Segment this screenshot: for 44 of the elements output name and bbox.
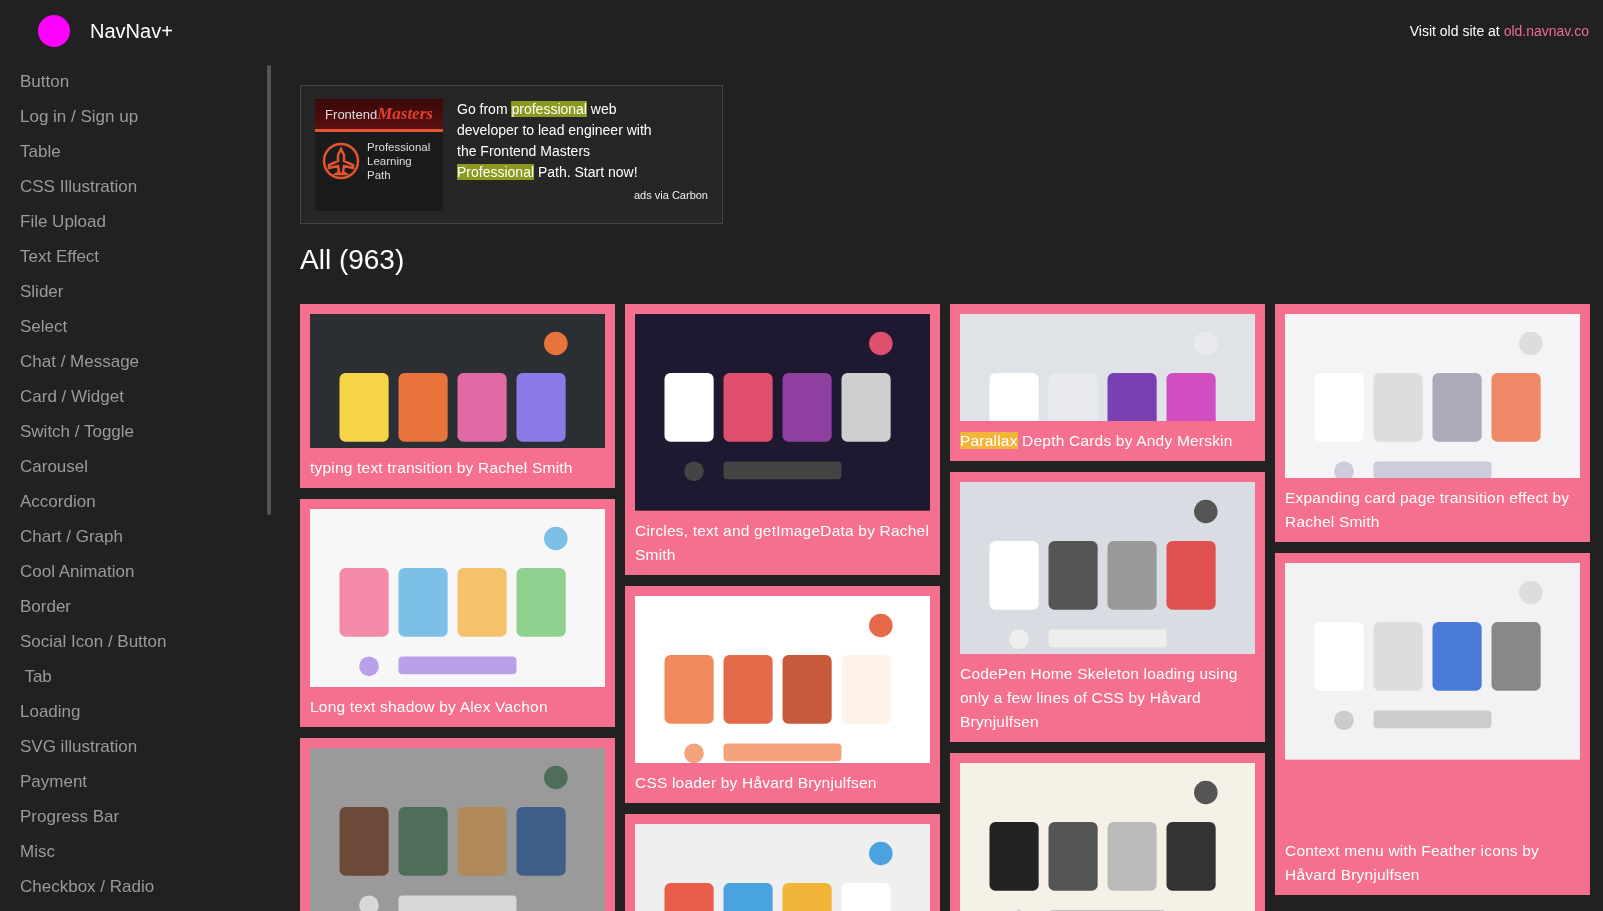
- ad-text[interactable]: Go from professional web developer to lead engineer with the Frontend Masters Professional Path. Start now!: [457, 99, 657, 183]
- ad-card[interactable]: FrontendMasters Professional Learning Path Go from professional web developer to lead engineer with the Frontend Masters Professional Path. Start now! ads via Carbon: [300, 85, 723, 224]
- sidebar-item[interactable]: Misc: [0, 834, 270, 869]
- sidebar-item[interactable]: Select: [0, 309, 270, 344]
- sidebar-item[interactable]: Table: [0, 134, 270, 169]
- sidebar-item[interactable]: Log in / Sign up: [0, 99, 270, 134]
- sidebar-item[interactable]: Switch / Toggle: [0, 414, 270, 449]
- ad-logo: FrontendMasters: [315, 99, 443, 132]
- sidebar-item[interactable]: Progress Bar: [0, 799, 270, 834]
- ad-badge-text: Professional Learning Path: [367, 140, 432, 182]
- brand-name[interactable]: NavNav+: [90, 19, 173, 43]
- sidebar-item[interactable]: Chart / Graph: [0, 519, 270, 554]
- logo[interactable]: [38, 15, 70, 47]
- sidebar-item[interactable]: Border: [0, 589, 270, 624]
- sidebar-item[interactable]: Tab: [0, 659, 270, 694]
- card-caption: Parallax Depth Cards by Andy Merskin: [960, 431, 1234, 451]
- sidebar-item[interactable]: Text Effect: [0, 239, 270, 274]
- card-caption: CSS loader by Håvard Brynjulfsen: [635, 773, 878, 793]
- sidebar-item[interactable]: Accordion: [0, 484, 270, 519]
- sidebar-item[interactable]: Checkbox / Radio: [0, 869, 270, 904]
- sidebar-item[interactable]: Slider: [0, 274, 270, 309]
- card-caption: Circles, text and getImageData by Rachel Smith: [635, 521, 930, 565]
- sidebar-item[interactable]: Social Icon / Button: [0, 624, 270, 659]
- card-caption: typing text transition by Rachel Smith: [310, 458, 574, 478]
- card-caption: CodePen Home Skeleton loading using only a few lines of CSS by Håvard Brynjulfsen: [960, 664, 1239, 732]
- sidebar-item[interactable]: Chat / Message: [0, 344, 270, 379]
- card-caption: Expanding card page transition effect by Rachel Smith: [1285, 488, 1571, 532]
- sidebar-item[interactable]: SVG illustration: [0, 729, 270, 764]
- ad-attribution[interactable]: ads via Carbon: [634, 189, 708, 201]
- scrollbar[interactable]: [267, 65, 271, 515]
- sidebar-item[interactable]: File Upload: [0, 204, 270, 239]
- sidebar-item[interactable]: Carousel: [0, 449, 270, 484]
- sidebar-item[interactable]: Card / Widget: [0, 379, 270, 414]
- sidebar-item[interactable]: Payment: [0, 764, 270, 799]
- airplane-icon: [321, 141, 361, 181]
- card-caption: Context menu with Feather icons by Håvard Brynjulfsen: [1285, 841, 1541, 885]
- sidebar-item[interactable]: Button: [0, 64, 270, 99]
- old-site-link[interactable]: old.navnav.co: [1503, 23, 1589, 39]
- sidebar-item[interactable]: Cool Animation: [0, 554, 270, 589]
- sidebar-item[interactable]: CSS Illustration: [0, 169, 270, 204]
- section-heading: All (963): [300, 244, 406, 276]
- visit-text: Visit old site at old.navnav.co: [1409, 23, 1589, 39]
- sidebar-item[interactable]: Loading: [0, 694, 270, 729]
- card-caption: Long text shadow by Alex Vachon: [310, 697, 549, 717]
